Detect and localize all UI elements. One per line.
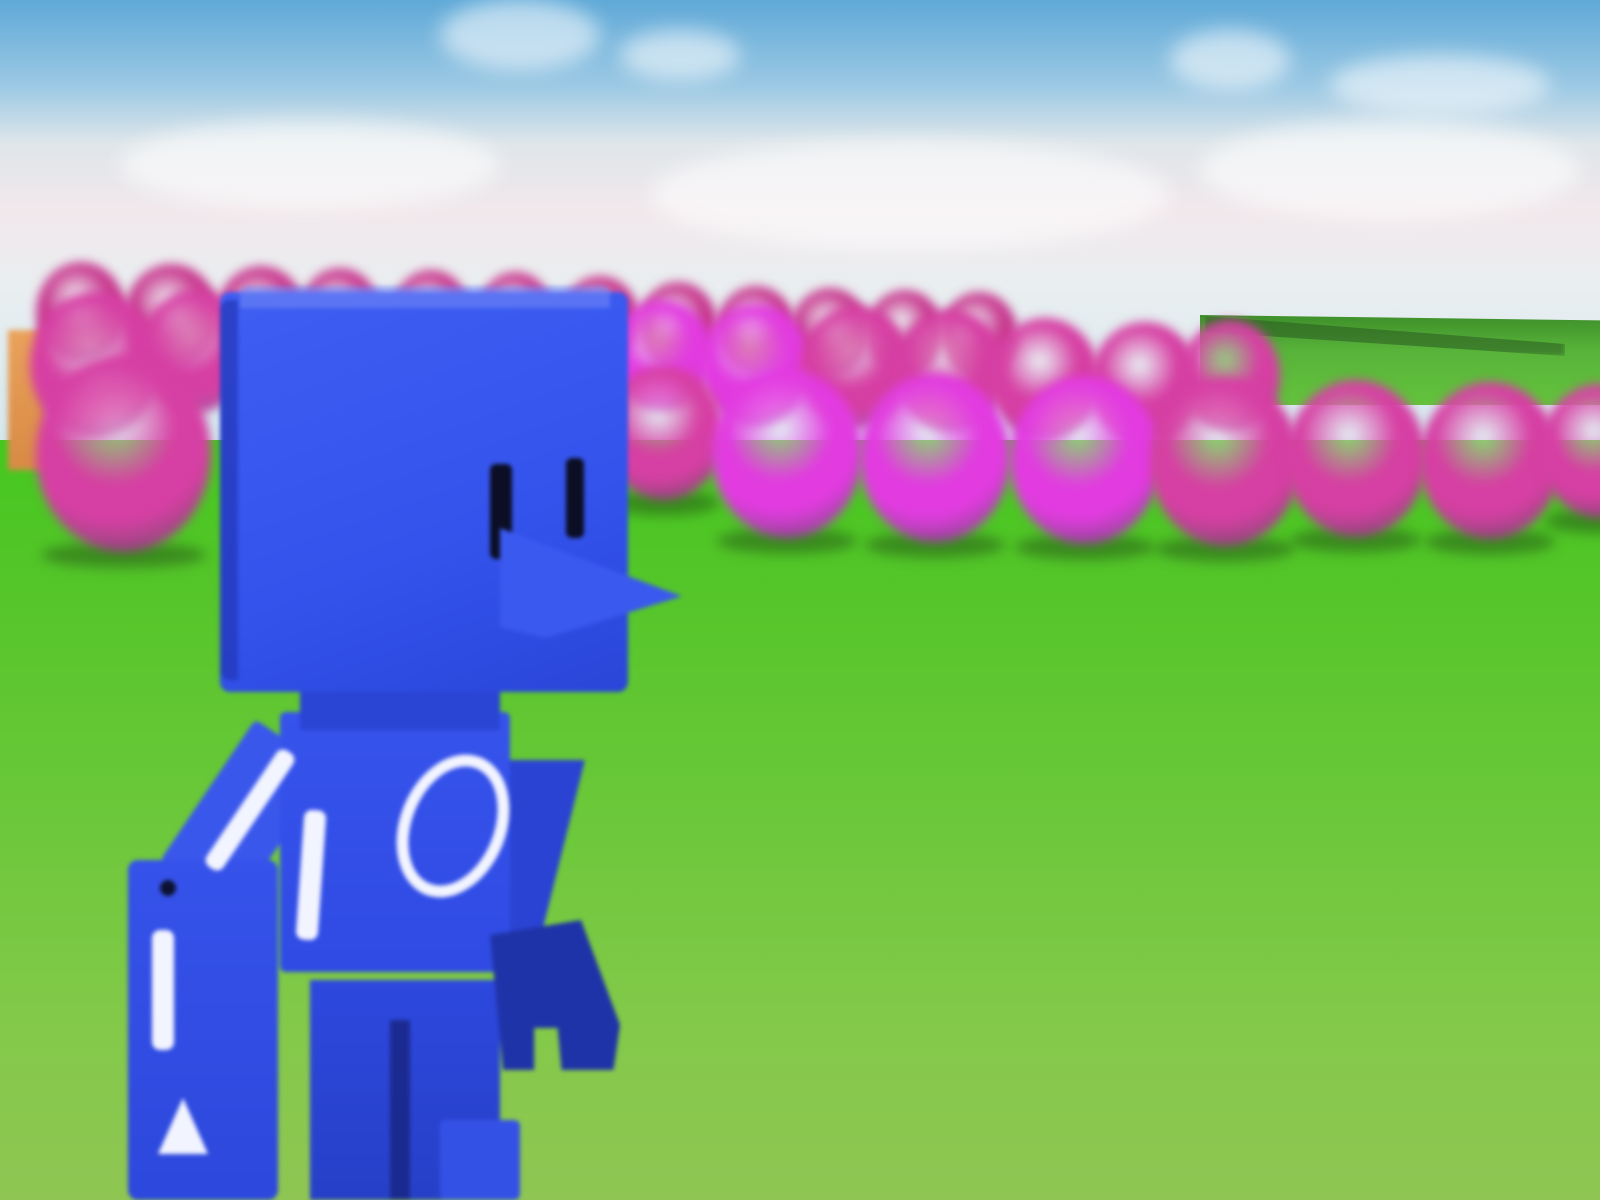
head-shade — [220, 300, 238, 680]
arm-joint — [160, 880, 176, 896]
player-character[interactable] — [0, 0, 1600, 1200]
character-foot — [440, 1120, 520, 1200]
character-eye-right — [566, 458, 584, 538]
character-neck — [300, 690, 500, 730]
character-hand — [490, 920, 620, 1070]
head-highlight — [240, 286, 610, 308]
bar-symbol — [152, 930, 174, 1050]
game-viewport[interactable] — [0, 0, 1600, 1200]
leg-gap — [390, 1020, 410, 1200]
